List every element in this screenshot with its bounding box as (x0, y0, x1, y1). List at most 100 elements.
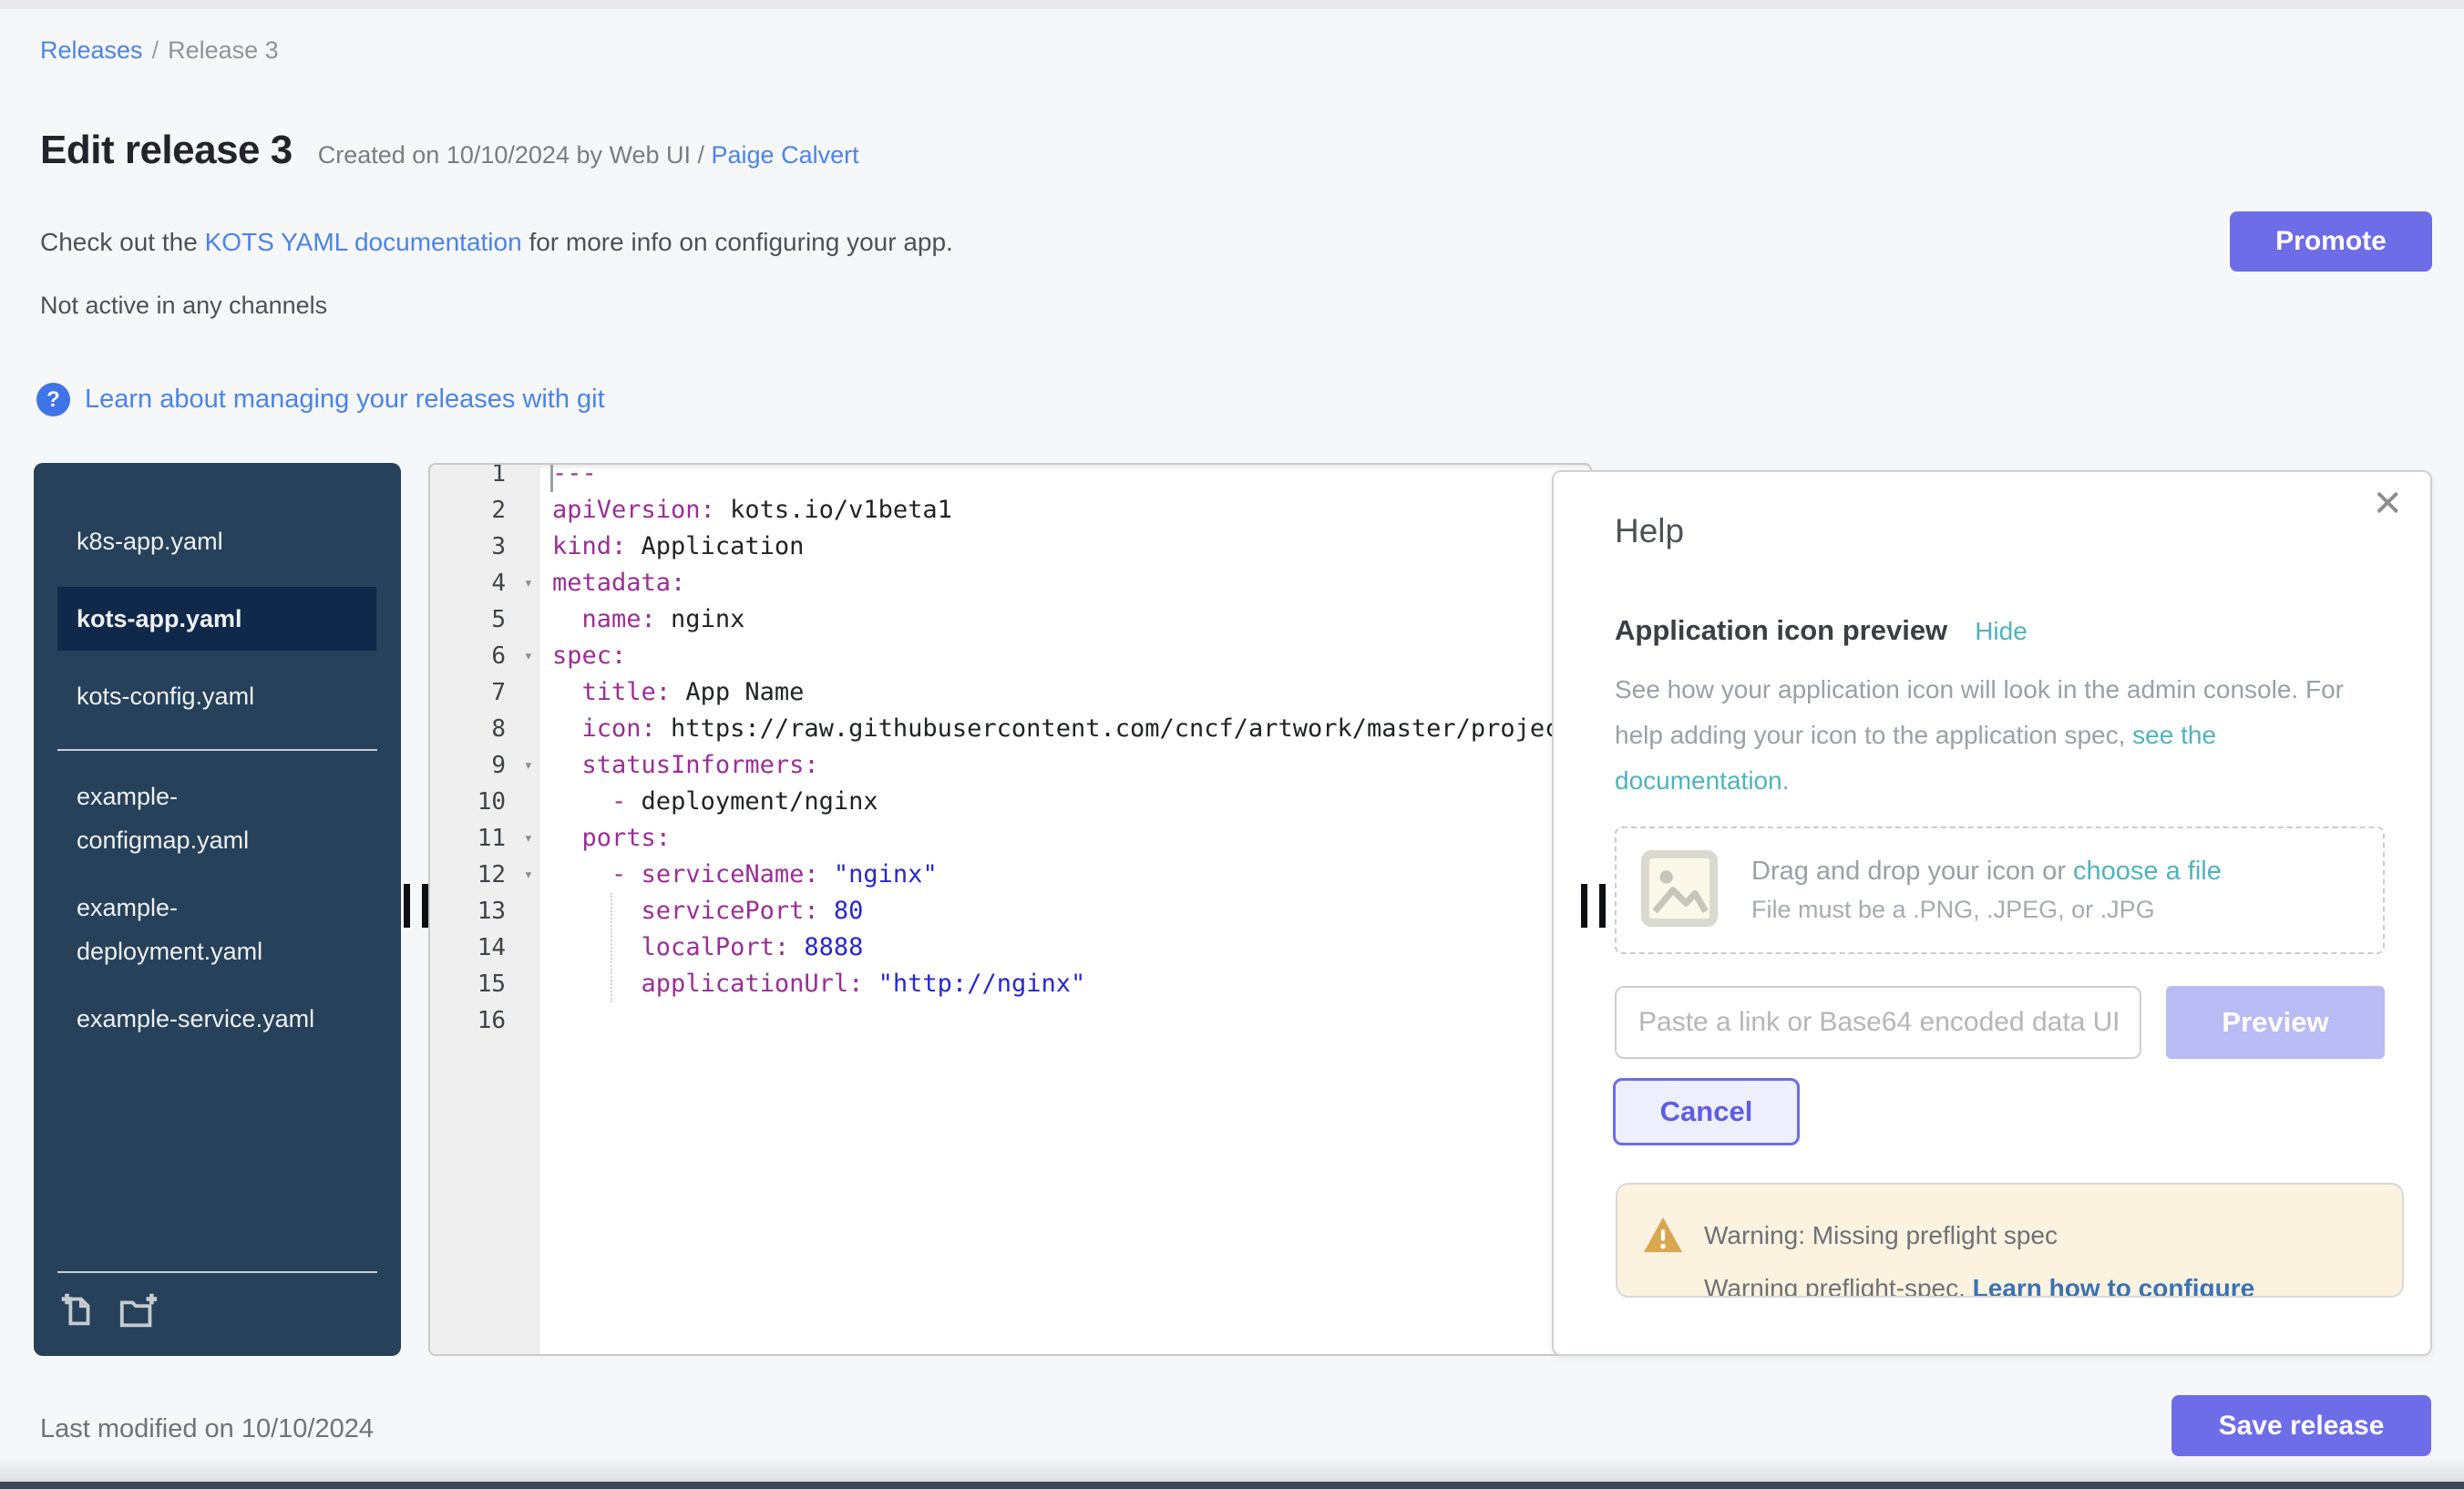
code-line[interactable]: applicationUrl: "http://nginx" (540, 966, 1590, 1002)
sidebar-item-example-service-yaml[interactable]: example-service.yaml (34, 997, 334, 1041)
editor-gutter: 1234▾56▾789▾1011▾12▾13141516 (430, 465, 539, 1354)
created-info: Created on 10/10/2024 by Web UI / Paige … (318, 141, 859, 169)
icon-dropzone[interactable]: Drag and drop your icon or choose a file… (1615, 827, 2385, 954)
close-icon[interactable]: ✕ (2372, 483, 2403, 525)
fold-arrow-icon[interactable]: ▾ (524, 857, 533, 893)
line-number: 7 (430, 674, 539, 711)
code-line[interactable]: title: App Name (540, 674, 1590, 711)
file-list: k8s-app.yaml kots-app.yaml kots-config.yam… (34, 463, 401, 1041)
warning-detail-text: Warning preflight-spec. (1704, 1274, 1973, 1298)
dropzone-text: Drag and drop your icon or (1751, 857, 2073, 886)
new-file-icon[interactable] (57, 1289, 99, 1336)
help-resize-handle[interactable] (1581, 884, 1606, 928)
breadcrumb: Releases/Release 3 (40, 36, 279, 65)
line-number: 2 (430, 492, 539, 529)
code-line[interactable]: servicePort: 80 (540, 893, 1590, 929)
kots-yaml-doc-link[interactable]: KOTS YAML documentation (205, 228, 522, 256)
question-circle-icon: ? (36, 383, 70, 416)
bottom-fade (0, 1456, 2464, 1482)
line-number: 11▾ (430, 820, 539, 857)
code-line[interactable]: ports: (540, 820, 1590, 857)
git-help-row[interactable]: ? Learn about managing your releases wit… (36, 383, 605, 416)
sidebar-item-example-configmap-yaml[interactable]: example-configmap.yaml (34, 775, 334, 862)
top-strip (0, 0, 2464, 9)
icon-preview-description: See how your application icon will look … (1615, 667, 2362, 804)
sidebar-resize-handle[interactable] (404, 884, 428, 928)
sidebar-item-kots-config-yaml[interactable]: kots-config.yaml (34, 674, 334, 718)
fold-arrow-icon[interactable]: ▾ (524, 820, 533, 857)
sidebar-divider (57, 749, 377, 751)
code-line[interactable]: - deployment/nginx (540, 784, 1590, 820)
editor-code-area[interactable]: ---apiVersion: kots.io/v1beta1kind: Appl… (540, 465, 1590, 1354)
help-panel: ✕ Help Application icon preview Hide See… (1552, 470, 2432, 1356)
line-number: 6▾ (430, 638, 539, 674)
breadcrumb-separator: / (143, 36, 169, 64)
yaml-editor[interactable]: 1234▾56▾789▾1011▾12▾13141516 ---apiVersi… (428, 463, 1592, 1356)
code-line[interactable]: apiVersion: kots.io/v1beta1 (540, 492, 1590, 529)
code-line[interactable]: metadata: (540, 565, 1590, 601)
edit-release-page: Releases/Release 3 Edit release 3 Create… (0, 0, 2464, 1489)
breadcrumb-current: Release 3 (168, 36, 279, 64)
cancel-button[interactable]: Cancel (1613, 1078, 1800, 1145)
code-line[interactable]: statusInformers: (540, 747, 1590, 784)
sidebar-item-example-deployment-yaml[interactable]: example-deployment.yaml (34, 886, 334, 973)
line-number: 9▾ (430, 747, 539, 784)
hide-link[interactable]: Hide (1975, 617, 2028, 646)
description-text: See how your application icon will look … (1615, 675, 2344, 749)
promote-button[interactable]: Promote (2230, 211, 2432, 272)
code-line[interactable]: spec: (540, 638, 1590, 674)
line-number: 3 (430, 529, 539, 565)
code-line[interactable]: icon: https://raw.githubusercontent.com/… (540, 711, 1590, 747)
line-number: 1 (430, 463, 539, 492)
author-link[interactable]: Paige Calvert (712, 141, 859, 169)
indent-guide (611, 893, 612, 1002)
icon-preview-title: Application icon preview (1615, 614, 1947, 647)
preflight-warning-box: Warning: Missing preflight spec Warning … (1616, 1183, 2404, 1298)
code-line[interactable]: --- (540, 465, 1590, 492)
sidebar-item-k8s-app-yaml[interactable]: k8s-app.yaml (34, 519, 334, 563)
dropzone-requirements: File must be a .PNG, .JPEG, or .JPG (1751, 896, 2222, 924)
git-releases-link[interactable]: Learn about managing your releases with … (85, 385, 605, 415)
code-line[interactable] (540, 1002, 1590, 1039)
created-text: Created on 10/10/2024 by Web UI / (318, 141, 712, 169)
line-number: 10 (430, 784, 539, 820)
doc-hint-prefix: Check out the (40, 228, 205, 256)
save-release-button[interactable]: Save release (2171, 1395, 2431, 1456)
line-number: 5 (430, 601, 539, 638)
code-line[interactable]: kind: Application (540, 529, 1590, 565)
icon-url-input[interactable] (1615, 986, 2141, 1059)
warning-title: Warning: Missing preflight spec (1704, 1221, 2058, 1250)
line-number: 16 (430, 1002, 539, 1039)
code-line[interactable]: localPort: 8888 (540, 929, 1590, 966)
fold-arrow-icon[interactable]: ▾ (524, 638, 533, 674)
page-title: Edit release 3 (40, 128, 293, 173)
code-line[interactable]: name: nginx (540, 601, 1590, 638)
fold-arrow-icon[interactable]: ▾ (524, 747, 533, 784)
help-panel-title: Help (1615, 512, 1684, 550)
new-folder-icon[interactable] (118, 1289, 159, 1336)
warning-detail: Warning preflight-spec. Learn how to con… (1704, 1274, 2254, 1298)
choose-file-link[interactable]: choose a file (2073, 857, 2222, 886)
channel-status: Not active in any channels (40, 292, 327, 320)
learn-how-to-configure-link[interactable]: Learn how to configure (1973, 1274, 2255, 1298)
header-row: Edit release 3 Created on 10/10/2024 by … (40, 128, 859, 173)
breadcrumb-releases-link[interactable]: Releases (40, 36, 143, 64)
line-number: 14 (430, 929, 539, 966)
line-number: 15 (430, 966, 539, 1002)
main-area: k8s-app.yaml kots-app.yaml kots-config.yam… (34, 463, 2432, 1356)
bottom-bar (0, 1482, 2464, 1489)
line-number: 13 (430, 893, 539, 929)
preview-button[interactable]: Preview (2166, 986, 2385, 1059)
fold-arrow-icon[interactable]: ▾ (524, 565, 533, 601)
sidebar-bottom (34, 1240, 401, 1356)
description-period: . (1782, 766, 1790, 795)
doc-hint-suffix: for more info on configuring your app. (522, 228, 953, 256)
line-number: 8 (430, 711, 539, 747)
doc-hint-line: Check out the KOTS YAML documentation fo… (40, 228, 953, 257)
text-cursor (550, 465, 553, 492)
warning-triangle-icon (1642, 1216, 1684, 1258)
sidebar-item-kots-app-yaml[interactable]: kots-app.yaml (57, 587, 376, 651)
code-line[interactable]: - serviceName: "nginx" (540, 857, 1590, 893)
image-placeholder-icon (1640, 849, 1719, 932)
file-sidebar: k8s-app.yaml kots-app.yaml kots-config.yam… (34, 463, 401, 1356)
